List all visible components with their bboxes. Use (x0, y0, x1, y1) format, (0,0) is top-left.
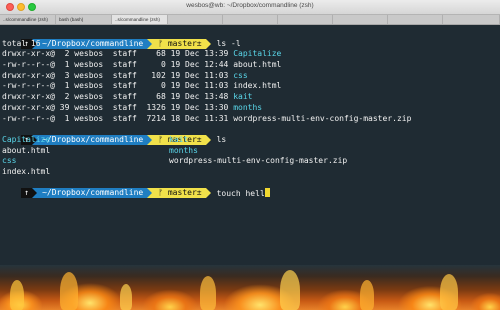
tab-zsh-1[interactable]: ..s/commandline (zsh) (0, 15, 56, 24)
output-line: total 16 (2, 38, 41, 48)
command-input[interactable]: touch hell (216, 188, 270, 199)
fire-background-image (0, 265, 500, 310)
tab-empty-9[interactable] (443, 15, 500, 24)
directory-name: css (233, 70, 248, 80)
tab-bash[interactable]: bash (bash) (56, 15, 112, 24)
listing-row: drwxr-xr-x@ 2 wesbos staff 68 19 Dec 13:… (2, 49, 498, 60)
listing-row: -rw-r--r--@ 1 wesbos staff 0 19 Dec 12:4… (2, 60, 498, 71)
file-name: about.html (233, 60, 282, 70)
directory-name: Capitalize (233, 49, 282, 59)
arrow-up-icon: ↑ (21, 188, 33, 199)
listing-meta: -rw-r--r--@ 1 wesbos staff 7214 18 Dec 1… (2, 113, 234, 123)
directory-name: months (233, 102, 263, 112)
tab-zsh-active[interactable]: ..s/commandline (zsh) (112, 15, 168, 24)
listing-row: -rw-r--r--@ 1 wesbos staff 7214 18 Dec 1… (2, 114, 498, 125)
tab-empty-5[interactable] (223, 15, 278, 24)
listing-meta: drwxr-xr-x@ 39 wesbos staff 1326 19 Dec … (2, 102, 234, 112)
listing-row: drwxr-xr-x@ 39 wesbos staff 1326 19 Dec … (2, 103, 498, 114)
tab-empty-7[interactable] (333, 15, 388, 24)
prompt-line: ↑ ~/Dropbox/commandline ᚠ master± ls (2, 124, 498, 145)
ls-row: index.html (2, 167, 498, 178)
listing-row: drwxr-xr-x@ 3 wesbos staff 102 19 Dec 11… (2, 71, 498, 82)
ls-row: about.html months (2, 146, 498, 157)
listing-meta: drwxr-xr-x@ 2 wesbos staff 68 19 Dec 13:… (2, 49, 234, 59)
directory-name: kait (233, 92, 253, 102)
file-name: wordpress-multi-env-config-master.zip (169, 156, 348, 166)
prompt-line: ↑ ~/Dropbox/commandline ᚠ master± touch he… (2, 178, 498, 199)
listing-meta: drwxr-xr-x@ 3 wesbos staff 102 19 Dec 11… (2, 70, 234, 80)
tab-empty-8[interactable] (388, 15, 443, 24)
prompt-line: ↑ ~/Dropbox/commandline ᚠ master± ls -l (2, 28, 498, 49)
listing-meta: -rw-r--r--@ 1 wesbos staff 0 19 Dec 12:4… (2, 60, 234, 70)
directory-name: Capitalize (2, 134, 51, 144)
file-name: index.html (2, 166, 51, 176)
file-name: index.html (233, 81, 282, 91)
typed-command: touch hell (216, 189, 265, 199)
git-branch: ᚠ master± (152, 188, 206, 199)
directory-name: css (2, 156, 17, 166)
title-bar: wesbos@wb: ~/Dropbox/commandline (zsh) (0, 0, 500, 15)
listing-meta: -rw-r--r--@ 1 wesbos staff 0 19 Dec 11:0… (2, 81, 234, 91)
window-title: wesbos@wb: ~/Dropbox/commandline (zsh) (186, 2, 314, 9)
tab-empty-4[interactable] (168, 15, 223, 24)
text-cursor (264, 188, 270, 198)
terminal-output[interactable]: ↑ ~/Dropbox/commandline ᚠ master± ls -l to… (2, 28, 498, 199)
listing-row: -rw-r--r--@ 1 wesbos staff 0 19 Dec 11:0… (2, 81, 498, 92)
prompt-path: ~/Dropbox/commandline (37, 188, 148, 199)
listing-row: drwxr-xr-x@ 2 wesbos staff 68 19 Dec 13:… (2, 92, 498, 103)
ls-row: css wordpress-multi-env-config-master.zip (2, 156, 498, 167)
listing-meta: drwxr-xr-x@ 2 wesbos staff 68 19 Dec 13:… (2, 92, 234, 102)
tab-empty-6[interactable] (278, 15, 333, 24)
directory-name: months (169, 145, 198, 155)
ls-row: Capitalize kait (2, 135, 498, 146)
file-name: about.html (2, 145, 51, 155)
tab-bar: ..s/commandline (zsh) bash (bash) ..s/co… (0, 15, 500, 25)
shell-prompt: ↑ ~/Dropbox/commandline ᚠ master± (21, 188, 211, 199)
directory-name: kait (169, 134, 189, 144)
file-name: wordpress-multi-env-config-master.zip (233, 113, 412, 123)
